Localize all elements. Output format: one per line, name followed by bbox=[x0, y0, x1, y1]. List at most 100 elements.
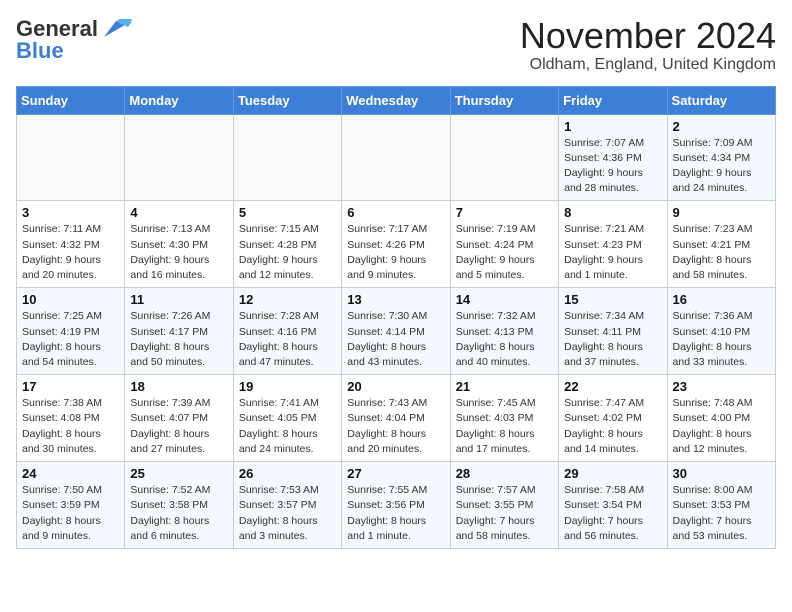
header-day-sunday: Sunday bbox=[17, 86, 125, 114]
week-row-5: 24 Sunrise: 7:50 AM Sunset: 3:59 PM Dayli… bbox=[17, 462, 776, 549]
day-number: 29 bbox=[564, 466, 661, 481]
day-cell: 24 Sunrise: 7:50 AM Sunset: 3:59 PM Dayli… bbox=[17, 462, 125, 549]
day-number: 11 bbox=[130, 292, 227, 307]
day-number: 16 bbox=[673, 292, 770, 307]
day-cell: 1Sunrise: 7:07 AM Sunset: 4:36 PM Daylig… bbox=[559, 114, 667, 201]
location-subtitle: Oldham, England, United Kingdom bbox=[520, 56, 776, 74]
day-number: 21 bbox=[456, 379, 553, 394]
day-number: 18 bbox=[130, 379, 227, 394]
day-cell: 17 Sunrise: 7:38 AM Sunset: 4:08 PM Dayli… bbox=[17, 375, 125, 462]
day-cell: 28 Sunrise: 7:57 AM Sunset: 3:55 PM Dayli… bbox=[450, 462, 558, 549]
day-cell: 10Sunrise: 7:25 AM Sunset: 4:19 PM Dayli… bbox=[17, 288, 125, 375]
day-number: 27 bbox=[347, 466, 444, 481]
day-cell: 20Sunrise: 7:43 AM Sunset: 4:04 PM Dayli… bbox=[342, 375, 450, 462]
logo-icon bbox=[100, 19, 132, 39]
day-info: Sunrise: 7:28 AM Sunset: 4:16 PM Dayligh… bbox=[239, 309, 336, 370]
day-cell: 26 Sunrise: 7:53 AM Sunset: 3:57 PM Dayli… bbox=[233, 462, 341, 549]
day-number: 22 bbox=[564, 379, 661, 394]
day-info: Sunrise: 7:19 AM Sunset: 4:24 PM Dayligh… bbox=[456, 222, 553, 283]
day-number: 17 bbox=[22, 379, 119, 394]
day-info: Sunrise: 8:00 AM Sunset: 3:53 PM Dayligh… bbox=[673, 483, 770, 544]
day-cell: 22 Sunrise: 7:47 AM Sunset: 4:02 PM Dayli… bbox=[559, 375, 667, 462]
day-number: 24 bbox=[22, 466, 119, 481]
day-cell: 23 Sunrise: 7:48 AM Sunset: 4:00 PM Dayli… bbox=[667, 375, 775, 462]
day-info: Sunrise: 7:48 AM Sunset: 4:00 PM Dayligh… bbox=[673, 396, 770, 457]
title-section: November 2024 Oldham, England, United Ki… bbox=[520, 16, 776, 74]
logo: General Blue bbox=[16, 16, 132, 64]
day-number: 8 bbox=[564, 205, 661, 220]
week-row-1: 1Sunrise: 7:07 AM Sunset: 4:36 PM Daylig… bbox=[17, 114, 776, 201]
week-row-2: 3 Sunrise: 7:11 AM Sunset: 4:32 PM Daylig… bbox=[17, 201, 776, 288]
day-info: Sunrise: 7:26 AM Sunset: 4:17 PM Dayligh… bbox=[130, 309, 227, 370]
header-day-saturday: Saturday bbox=[667, 86, 775, 114]
day-info: Sunrise: 7:09 AM Sunset: 4:34 PM Dayligh… bbox=[673, 136, 770, 197]
day-info: Sunrise: 7:17 AM Sunset: 4:26 PM Dayligh… bbox=[347, 222, 444, 283]
day-cell: 4Sunrise: 7:13 AM Sunset: 4:30 PM Daylig… bbox=[125, 201, 233, 288]
header: General Blue November 2024 Oldham, Engla… bbox=[16, 16, 776, 74]
day-number: 7 bbox=[456, 205, 553, 220]
day-cell: 18Sunrise: 7:39 AM Sunset: 4:07 PM Dayli… bbox=[125, 375, 233, 462]
day-info: Sunrise: 7:45 AM Sunset: 4:03 PM Dayligh… bbox=[456, 396, 553, 457]
day-cell: 5 Sunrise: 7:15 AM Sunset: 4:28 PM Daylig… bbox=[233, 201, 341, 288]
day-number: 9 bbox=[673, 205, 770, 220]
day-cell: 3 Sunrise: 7:11 AM Sunset: 4:32 PM Daylig… bbox=[17, 201, 125, 288]
header-day-friday: Friday bbox=[559, 86, 667, 114]
day-info: Sunrise: 7:11 AM Sunset: 4:32 PM Dayligh… bbox=[22, 222, 119, 283]
day-cell: 16Sunrise: 7:36 AM Sunset: 4:10 PM Dayli… bbox=[667, 288, 775, 375]
day-info: Sunrise: 7:47 AM Sunset: 4:02 PM Dayligh… bbox=[564, 396, 661, 457]
calendar-header: SundayMondayTuesdayWednesdayThursdayFrid… bbox=[17, 86, 776, 114]
day-cell: 13 Sunrise: 7:30 AM Sunset: 4:14 PM Dayli… bbox=[342, 288, 450, 375]
day-info: Sunrise: 7:38 AM Sunset: 4:08 PM Dayligh… bbox=[22, 396, 119, 457]
day-number: 15 bbox=[564, 292, 661, 307]
day-number: 28 bbox=[456, 466, 553, 481]
day-info: Sunrise: 7:34 AM Sunset: 4:11 PM Dayligh… bbox=[564, 309, 661, 370]
day-number: 12 bbox=[239, 292, 336, 307]
logo-blue-text: Blue bbox=[16, 38, 64, 64]
day-info: Sunrise: 7:58 AM Sunset: 3:54 PM Dayligh… bbox=[564, 483, 661, 544]
week-row-3: 10Sunrise: 7:25 AM Sunset: 4:19 PM Dayli… bbox=[17, 288, 776, 375]
day-cell bbox=[233, 114, 341, 201]
header-day-monday: Monday bbox=[125, 86, 233, 114]
day-cell: 2Sunrise: 7:09 AM Sunset: 4:34 PM Daylig… bbox=[667, 114, 775, 201]
day-cell: 11 Sunrise: 7:26 AM Sunset: 4:17 PM Dayli… bbox=[125, 288, 233, 375]
day-cell bbox=[125, 114, 233, 201]
day-cell bbox=[17, 114, 125, 201]
day-cell: 19 Sunrise: 7:41 AM Sunset: 4:05 PM Dayli… bbox=[233, 375, 341, 462]
day-cell bbox=[450, 114, 558, 201]
day-info: Sunrise: 7:57 AM Sunset: 3:55 PM Dayligh… bbox=[456, 483, 553, 544]
day-cell: 14 Sunrise: 7:32 AM Sunset: 4:13 PM Dayli… bbox=[450, 288, 558, 375]
day-number: 3 bbox=[22, 205, 119, 220]
day-number: 30 bbox=[673, 466, 770, 481]
day-info: Sunrise: 7:25 AM Sunset: 4:19 PM Dayligh… bbox=[22, 309, 119, 370]
day-cell: 15 Sunrise: 7:34 AM Sunset: 4:11 PM Dayli… bbox=[559, 288, 667, 375]
day-info: Sunrise: 7:07 AM Sunset: 4:36 PM Dayligh… bbox=[564, 136, 661, 197]
day-number: 23 bbox=[673, 379, 770, 394]
day-number: 19 bbox=[239, 379, 336, 394]
day-number: 6 bbox=[347, 205, 444, 220]
day-info: Sunrise: 7:32 AM Sunset: 4:13 PM Dayligh… bbox=[456, 309, 553, 370]
day-info: Sunrise: 7:13 AM Sunset: 4:30 PM Dayligh… bbox=[130, 222, 227, 283]
day-cell: 25 Sunrise: 7:52 AM Sunset: 3:58 PM Dayli… bbox=[125, 462, 233, 549]
header-day-wednesday: Wednesday bbox=[342, 86, 450, 114]
day-cell bbox=[342, 114, 450, 201]
day-number: 13 bbox=[347, 292, 444, 307]
day-cell: 30 Sunrise: 8:00 AM Sunset: 3:53 PM Dayli… bbox=[667, 462, 775, 549]
day-info: Sunrise: 7:15 AM Sunset: 4:28 PM Dayligh… bbox=[239, 222, 336, 283]
day-number: 14 bbox=[456, 292, 553, 307]
day-number: 25 bbox=[130, 466, 227, 481]
day-info: Sunrise: 7:50 AM Sunset: 3:59 PM Dayligh… bbox=[22, 483, 119, 544]
day-info: Sunrise: 7:52 AM Sunset: 3:58 PM Dayligh… bbox=[130, 483, 227, 544]
day-cell: 21 Sunrise: 7:45 AM Sunset: 4:03 PM Dayli… bbox=[450, 375, 558, 462]
day-number: 20 bbox=[347, 379, 444, 394]
day-info: Sunrise: 7:41 AM Sunset: 4:05 PM Dayligh… bbox=[239, 396, 336, 457]
day-number: 5 bbox=[239, 205, 336, 220]
day-info: Sunrise: 7:30 AM Sunset: 4:14 PM Dayligh… bbox=[347, 309, 444, 370]
header-day-thursday: Thursday bbox=[450, 86, 558, 114]
day-info: Sunrise: 7:21 AM Sunset: 4:23 PM Dayligh… bbox=[564, 222, 661, 283]
day-number: 26 bbox=[239, 466, 336, 481]
day-cell: 7 Sunrise: 7:19 AM Sunset: 4:24 PM Daylig… bbox=[450, 201, 558, 288]
month-title: November 2024 bbox=[520, 16, 776, 56]
day-info: Sunrise: 7:53 AM Sunset: 3:57 PM Dayligh… bbox=[239, 483, 336, 544]
day-cell: 12 Sunrise: 7:28 AM Sunset: 4:16 PM Dayli… bbox=[233, 288, 341, 375]
day-cell: 29 Sunrise: 7:58 AM Sunset: 3:54 PM Dayli… bbox=[559, 462, 667, 549]
